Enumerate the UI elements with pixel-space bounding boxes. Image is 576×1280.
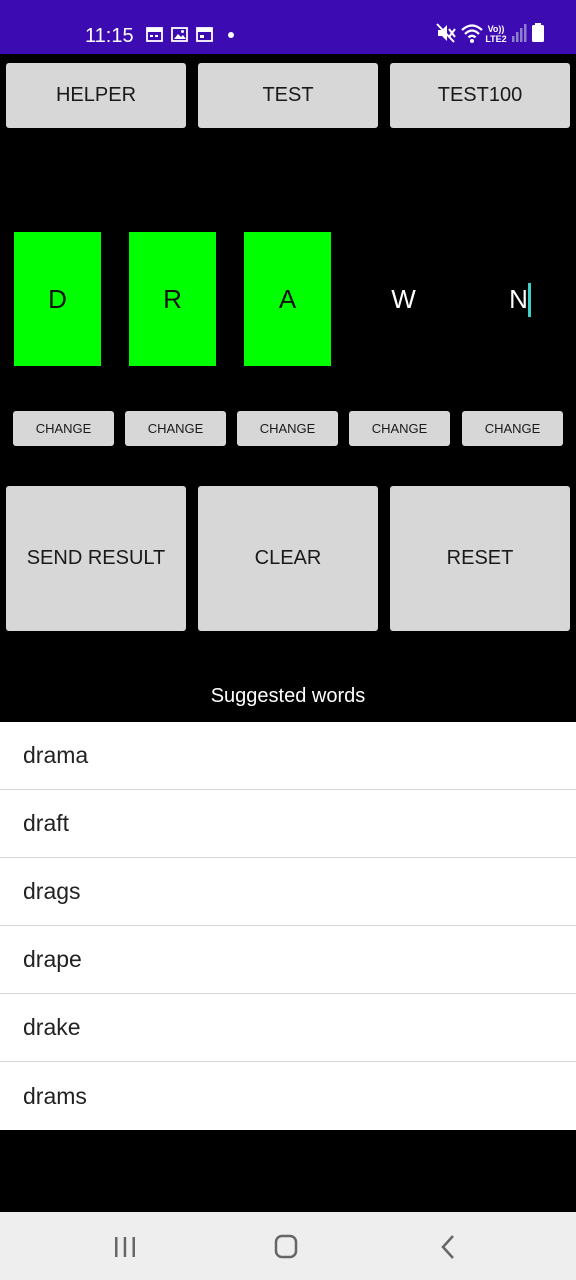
status-bar: 11:15 Vo)) LTE2	[0, 0, 576, 54]
letter-tile-4[interactable]: W	[360, 232, 447, 366]
navigation-bar	[0, 1212, 576, 1280]
volte-label: Vo))	[487, 24, 505, 34]
recent-apps-icon[interactable]	[105, 1232, 145, 1262]
text-cursor	[528, 283, 531, 317]
letter-tile-2[interactable]: R	[129, 232, 216, 366]
battery-icon	[532, 23, 544, 42]
calendar-icon	[146, 27, 163, 42]
mute-icon	[436, 23, 456, 43]
list-item[interactable]: drape	[0, 926, 576, 994]
letter-tile-5[interactable]: N	[475, 232, 562, 366]
list-item[interactable]: drama	[0, 722, 576, 790]
change-button-3[interactable]: CHANGE	[237, 411, 338, 446]
list-item[interactable]: drake	[0, 994, 576, 1062]
change-button-4[interactable]: CHANGE	[349, 411, 450, 446]
suggested-words-title: Suggested words	[210, 685, 366, 707]
list-item[interactable]: draft	[0, 790, 576, 858]
reset-button[interactable]: RESET	[390, 486, 570, 631]
letter-tile-1[interactable]: D	[14, 232, 101, 366]
test100-button[interactable]: TEST100	[390, 63, 570, 128]
suggested-words-list: drama draft drags drape drake drams	[0, 722, 576, 1130]
signal-icon	[512, 24, 527, 42]
dot-icon	[228, 32, 234, 38]
back-icon[interactable]	[428, 1232, 468, 1262]
wifi-icon	[461, 24, 483, 43]
helper-button[interactable]: HELPER	[6, 63, 186, 128]
send-result-button[interactable]: SEND RESULT	[6, 486, 186, 631]
test-button[interactable]: TEST	[198, 63, 378, 128]
home-icon[interactable]	[266, 1232, 306, 1262]
list-item[interactable]: drags	[0, 858, 576, 926]
letter-tile-3[interactable]: A	[244, 232, 331, 366]
change-button-2[interactable]: CHANGE	[125, 411, 226, 446]
calendar-icon	[196, 27, 213, 42]
gallery-icon	[171, 27, 188, 42]
status-time: 11:15	[85, 25, 134, 47]
list-item[interactable]: drams	[0, 1062, 576, 1130]
change-button-5[interactable]: CHANGE	[462, 411, 563, 446]
clear-button[interactable]: CLEAR	[198, 486, 378, 631]
network-label: LTE2	[485, 34, 507, 44]
change-button-1[interactable]: CHANGE	[13, 411, 114, 446]
